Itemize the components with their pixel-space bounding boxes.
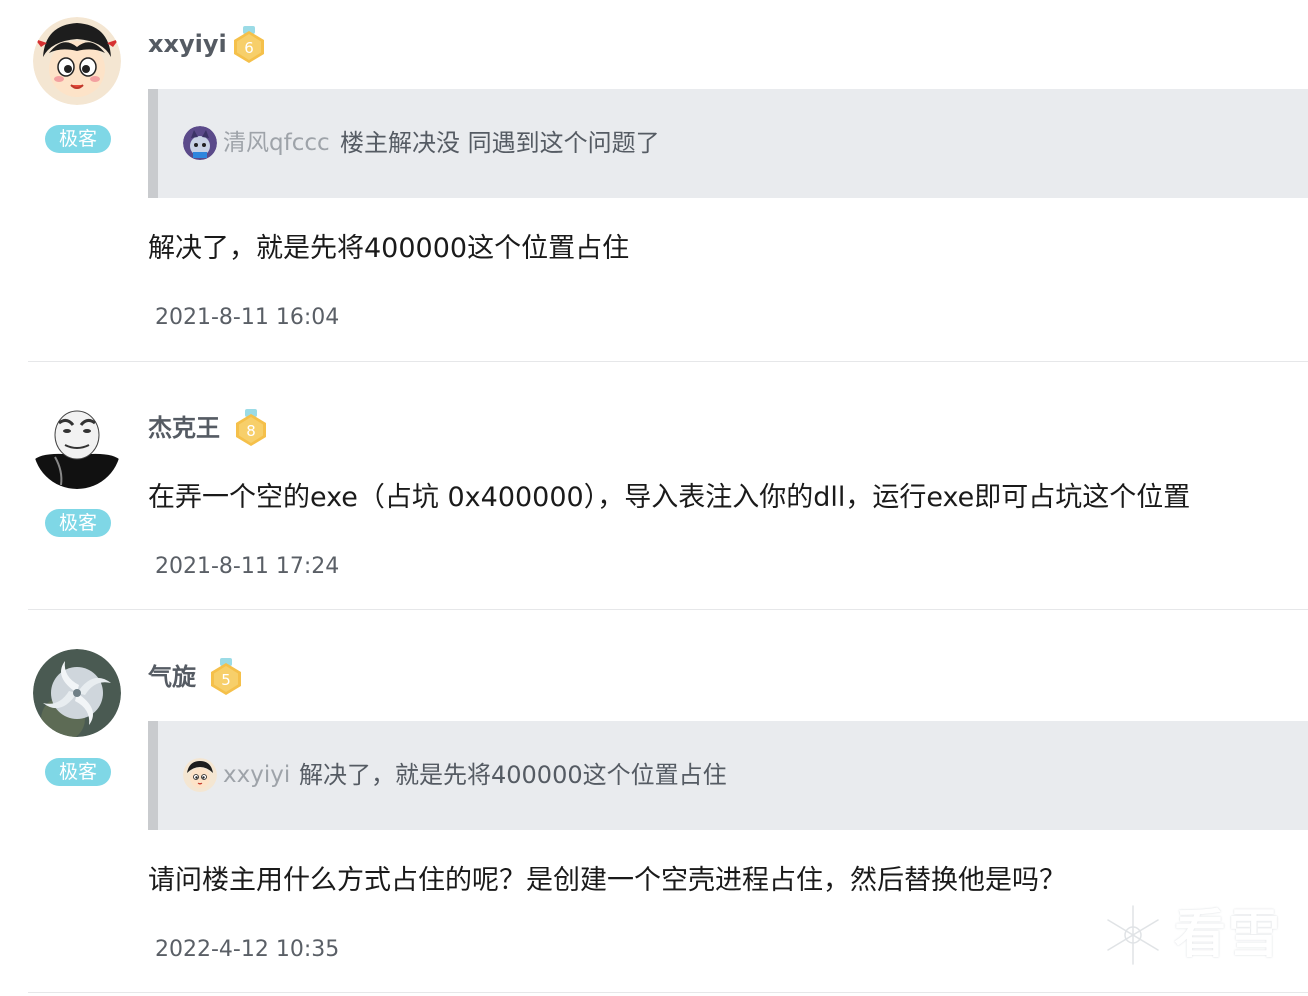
cartoon-avatar-icon bbox=[183, 758, 217, 792]
cartoon-avatar-icon bbox=[33, 17, 121, 105]
username[interactable]: 气旋 bbox=[148, 661, 196, 693]
quote-text: 楼主解决没 同遇到这个问题了 bbox=[340, 129, 660, 157]
quote-block: 清风qfccc 楼主解决没 同遇到这个问题了 bbox=[148, 89, 1308, 198]
divider bbox=[28, 361, 1308, 362]
level-badge-icon: 5 bbox=[211, 658, 241, 695]
post-content: 请问楼主用什么方式占住的呢？是创建一个空壳进程占住，然后替换他是吗？ bbox=[148, 865, 1066, 896]
snowflake-icon bbox=[1105, 903, 1161, 967]
avatar[interactable] bbox=[33, 17, 121, 105]
level-number: 6 bbox=[244, 39, 254, 57]
cat-avatar-icon bbox=[183, 126, 217, 160]
meme-face-avatar-icon bbox=[33, 401, 121, 489]
username[interactable]: xxyiyi bbox=[148, 28, 227, 60]
avatar[interactable] bbox=[33, 401, 121, 489]
quote-avatar[interactable] bbox=[183, 126, 217, 160]
divider bbox=[28, 609, 1308, 610]
quote-text: 解决了，就是先将400000这个位置占住 bbox=[299, 761, 727, 789]
post-content: 在弄一个空的exe（占坑 0x400000），导入表注入你的dll，运行exe即… bbox=[148, 482, 1191, 513]
quote-username[interactable]: 清风qfccc bbox=[223, 125, 330, 161]
level-badge-icon: 6 bbox=[234, 26, 264, 63]
quote-avatar[interactable] bbox=[183, 758, 217, 792]
quote-username[interactable]: xxyiyi bbox=[223, 757, 290, 793]
post-content: 解决了，就是先将400000这个位置占住 bbox=[148, 233, 630, 264]
avatar[interactable] bbox=[33, 649, 121, 737]
level-number: 8 bbox=[246, 422, 256, 440]
level-badge-icon: 8 bbox=[236, 409, 266, 446]
post-time: 2022-4-12 10:35 bbox=[155, 937, 340, 962]
divider bbox=[28, 992, 1308, 993]
watermark-text: 看雪 bbox=[1174, 905, 1283, 965]
user-tag: 极客 bbox=[45, 125, 111, 153]
quote-block: xxyiyi 解决了，就是先将400000这个位置占住 bbox=[148, 721, 1308, 830]
watermark: 看雪 bbox=[1098, 900, 1298, 970]
cyclone-avatar-icon bbox=[33, 649, 121, 737]
username[interactable]: 杰克王 bbox=[148, 412, 220, 444]
level-number: 5 bbox=[221, 671, 231, 689]
user-tag: 极客 bbox=[45, 509, 111, 537]
post-time: 2021-8-11 16:04 bbox=[155, 305, 340, 330]
user-tag: 极客 bbox=[45, 758, 111, 786]
post-time: 2021-8-11 17:24 bbox=[155, 554, 340, 579]
